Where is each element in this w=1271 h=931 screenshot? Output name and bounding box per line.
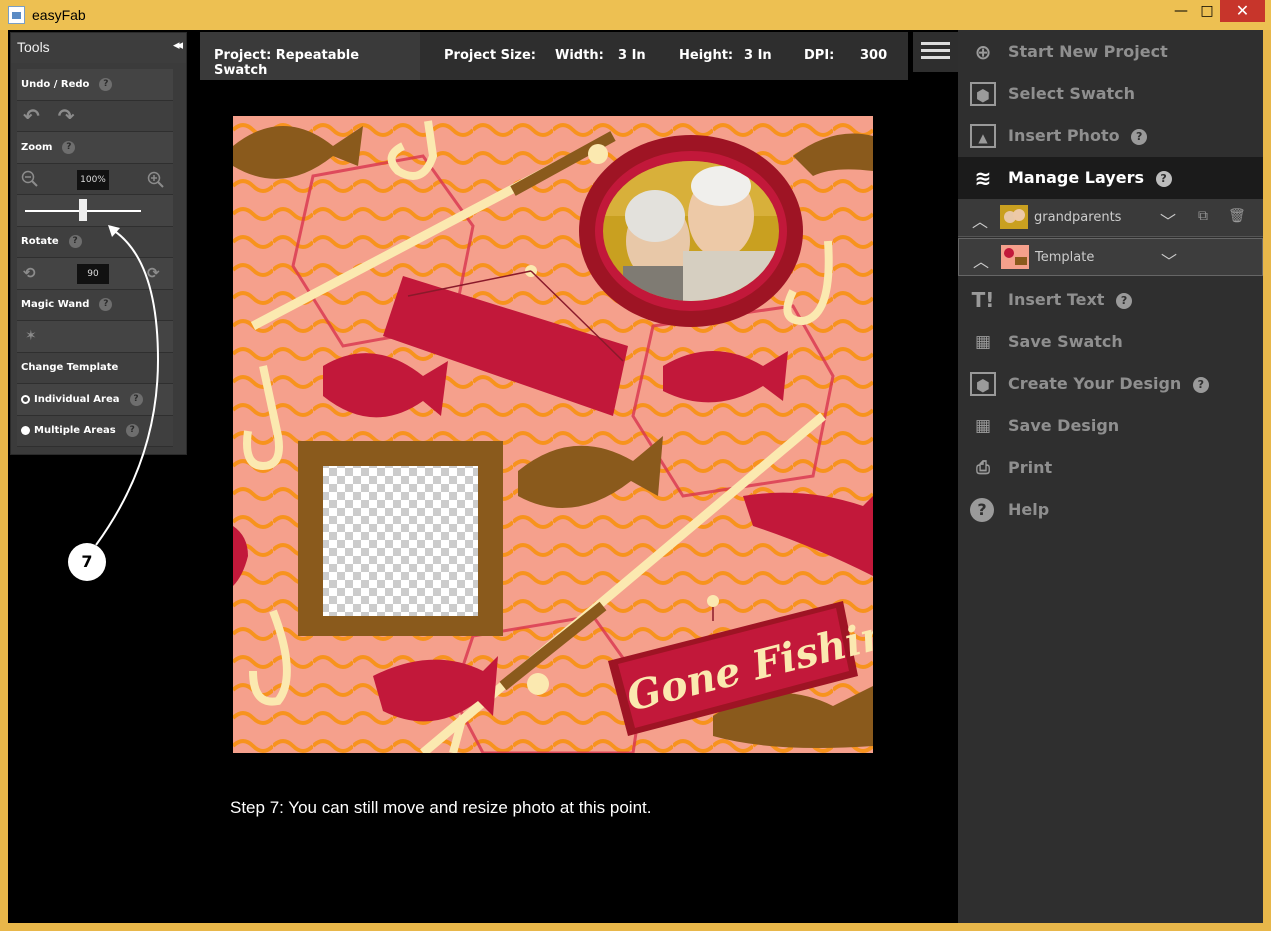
reel-icon: [588, 144, 608, 164]
step-number-badge: 7: [68, 543, 106, 581]
text-icon: T!: [971, 288, 995, 312]
project-name: Project: Repeatable Swatch: [200, 32, 420, 80]
layers-icon: ≋: [974, 166, 992, 190]
step-caption: Step 7: You can still move and resize ph…: [230, 798, 652, 817]
chevron-up-icon[interactable]: ︿: [973, 248, 989, 272]
layer-name: Template: [1035, 250, 1095, 265]
app-icon: [8, 6, 25, 24]
create-your-design-label: Create Your Design: [1008, 374, 1182, 393]
printer-icon: ⎙: [976, 458, 990, 478]
height-value: 3 In: [744, 48, 772, 63]
chevron-down-icon[interactable]: ﹀: [1160, 208, 1176, 232]
layer-row-template[interactable]: ︿ Template ﹀: [958, 238, 1263, 276]
hexagon-icon: ⬢: [970, 372, 996, 396]
print-label: Print: [1008, 458, 1053, 477]
insert-photo-label: Insert Photo: [1008, 126, 1120, 145]
nail-icon: [707, 595, 719, 607]
dpi-label: DPI:: [804, 48, 835, 63]
save-design-button[interactable]: ▦ Save Design: [958, 405, 1263, 447]
help-icon[interactable]: ?: [1116, 292, 1133, 309]
width-value: 3 In: [618, 48, 646, 63]
transparent-photo-area[interactable]: [323, 466, 478, 616]
insert-text-label: Insert Text: [1008, 290, 1105, 309]
close-button[interactable]: ✕: [1220, 0, 1265, 22]
create-your-design-button[interactable]: ⬢ Create Your Design ?: [958, 363, 1263, 405]
reel-icon: [527, 673, 549, 695]
height-label: Height:: [679, 48, 734, 63]
duplicate-layer-icon[interactable]: ⧉: [1198, 208, 1208, 224]
start-new-project-label: Start New Project: [1008, 42, 1168, 61]
window-title: easyFab: [32, 7, 86, 23]
manage-layers-label: Manage Layers: [1008, 168, 1144, 187]
maximize-button[interactable]: □: [1194, 0, 1220, 22]
hexagon-icon: ⬢: [970, 82, 996, 106]
dpi-value: 300: [860, 48, 888, 63]
layer-thumbnail: [1001, 245, 1029, 269]
annotation-arrow: [95, 225, 160, 546]
title-bar: easyFab — □ ✕: [0, 0, 1271, 30]
print-button[interactable]: ⎙ Print: [958, 447, 1263, 489]
project-size-label: Project Size:: [444, 48, 536, 63]
insert-photo-button[interactable]: ▲ Insert Photo ?: [958, 115, 1263, 157]
chevron-down-icon[interactable]: ﹀: [1161, 248, 1177, 272]
chevron-up-icon[interactable]: ︿: [972, 208, 988, 232]
save-grid-icon: ▦: [974, 332, 992, 352]
question-circle-icon: ?: [970, 498, 994, 522]
help-icon[interactable]: ?: [1155, 170, 1172, 187]
image-icon: ▲: [970, 124, 996, 148]
right-panel: ⊕ Start New Project ⬢ Select Swatch ▲ In…: [958, 30, 1263, 923]
layer-thumbnail: [1000, 205, 1028, 229]
start-new-project-button[interactable]: ⊕ Start New Project: [958, 31, 1263, 73]
save-swatch-button[interactable]: ▦ Save Swatch: [958, 321, 1263, 363]
select-swatch-button[interactable]: ⬢ Select Swatch: [958, 73, 1263, 115]
select-swatch-label: Select Swatch: [1008, 84, 1136, 103]
save-swatch-label: Save Swatch: [1008, 332, 1123, 351]
save-grid-icon: ▦: [974, 416, 992, 436]
trash-icon[interactable]: 🗑: [1228, 208, 1246, 224]
layer-name: grandparents: [1034, 210, 1122, 225]
minimize-button[interactable]: —: [1168, 0, 1194, 22]
help-icon[interactable]: ?: [1192, 376, 1209, 393]
project-info-bar: Project: Repeatable Swatch Project Size:…: [200, 32, 908, 80]
manage-layers-button[interactable]: ≋ Manage Layers ?: [958, 157, 1263, 199]
help-icon[interactable]: ?: [1131, 128, 1148, 145]
insert-text-button[interactable]: T! Insert Text ?: [958, 279, 1263, 321]
design-canvas[interactable]: Gone Fishin': [233, 116, 873, 753]
menu-icon[interactable]: [913, 32, 958, 72]
help-button[interactable]: ? Help: [958, 489, 1263, 531]
swatch-artwork: Gone Fishin': [233, 116, 873, 753]
layer-row-grandparents[interactable]: ︿ grandparents ﹀ ⧉ 🗑: [958, 199, 1263, 237]
width-label: Width:: [555, 48, 604, 63]
save-design-label: Save Design: [1008, 416, 1120, 435]
plus-circle-icon: ⊕: [974, 40, 992, 64]
app-frame: Tools ◂◂ Undo / Redo ? ↶ ↷ Zoom ? 100% R…: [8, 30, 1263, 923]
help-label: Help: [1008, 500, 1050, 519]
